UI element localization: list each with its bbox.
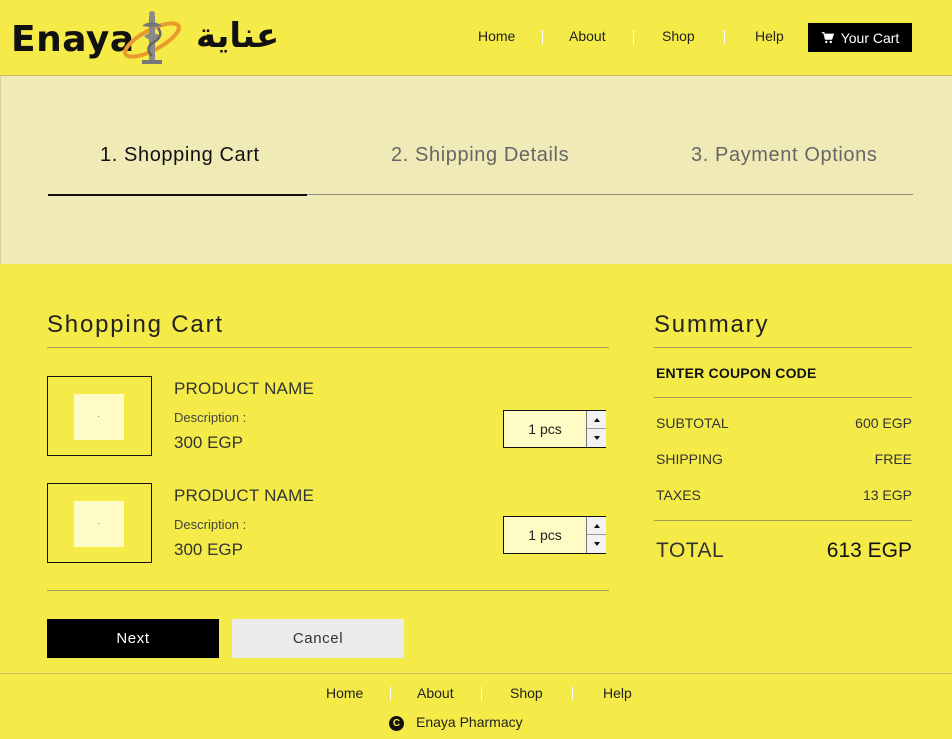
your-cart-label: Your Cart	[840, 29, 900, 46]
taxes-value: 13 EGP	[862, 487, 912, 503]
quantity-increase-button[interactable]	[586, 517, 606, 535]
shipping-value: FREE	[874, 451, 912, 467]
footer-nav-divider	[390, 687, 391, 700]
total-value: 613 EGP	[826, 539, 912, 562]
brand-name[interactable]: Enaya	[11, 18, 135, 62]
footer-nav-help[interactable]: Help	[603, 685, 632, 701]
nav-divider	[724, 30, 725, 44]
nav-shop[interactable]: Shop	[662, 28, 695, 48]
footer-nav-home[interactable]: Home	[326, 685, 363, 701]
cancel-button[interactable]: Cancel	[232, 619, 404, 658]
step-shipping-details[interactable]: 2. Shipping Details	[391, 144, 569, 167]
subtotal-label: SUBTOTAL	[656, 415, 729, 431]
quantity-value[interactable]: 1 pcs	[504, 517, 586, 553]
site-header: Enaya عناية Home About Shop Help Your Ca…	[0, 0, 952, 76]
product-name: PRODUCT NAME	[174, 379, 314, 398]
step-shopping-cart[interactable]: 1. Shopping Cart	[100, 144, 260, 167]
active-step-indicator	[48, 194, 307, 196]
cart-title-divider	[47, 347, 609, 348]
arrow-down-icon	[593, 436, 600, 440]
site-footer: Home About Shop Help C Enaya Pharmacy	[0, 673, 952, 739]
product-image[interactable]	[47, 483, 152, 563]
footer-nav-divider	[481, 687, 482, 700]
coupon-divider	[654, 397, 912, 398]
arrow-up-icon	[593, 417, 600, 422]
product-name: PRODUCT NAME	[174, 486, 314, 505]
product-description: Description :	[174, 410, 247, 425]
nav-divider	[633, 30, 634, 44]
pharmacy-logo-icon	[123, 11, 181, 64]
product-price: 300 EGP	[174, 540, 243, 559]
cart-title: Shopping Cart	[47, 311, 224, 338]
subtotal-value: 600 EGP	[855, 415, 912, 431]
product-image[interactable]	[47, 376, 152, 456]
summary-title: Summary	[654, 311, 770, 338]
brand-name-arabic: عناية	[196, 16, 280, 56]
taxes-label: TAXES	[656, 487, 701, 503]
arrow-up-icon	[593, 523, 600, 528]
nav-help[interactable]: Help	[755, 28, 784, 48]
cart-items-divider	[47, 590, 609, 591]
footer-nav-shop[interactable]: Shop	[510, 685, 543, 701]
nav-about[interactable]: About	[569, 28, 606, 48]
cart-icon	[821, 31, 834, 44]
quantity-stepper[interactable]: 1 pcs	[503, 516, 606, 554]
copyright-icon: C	[389, 716, 404, 731]
product-price: 300 EGP	[174, 433, 243, 452]
product-image-placeholder	[74, 501, 124, 547]
your-cart-button[interactable]: Your Cart	[808, 23, 912, 52]
arrow-down-icon	[593, 542, 600, 546]
shipping-label: SHIPPING	[656, 451, 723, 467]
footer-nav-about[interactable]: About	[417, 685, 454, 701]
total-label: TOTAL	[656, 539, 725, 562]
total-divider	[654, 520, 912, 521]
footer-nav-divider	[572, 687, 573, 700]
nav-home[interactable]: Home	[478, 28, 515, 48]
nav-divider	[542, 30, 543, 44]
copyright-text: Enaya Pharmacy	[416, 714, 523, 730]
product-description: Description :	[174, 517, 247, 532]
coupon-code-link[interactable]: ENTER COUPON CODE	[656, 365, 817, 381]
product-image-placeholder	[74, 394, 124, 440]
checkout-steps-panel: 1. Shopping Cart 2. Shipping Details 3. …	[0, 76, 952, 264]
quantity-decrease-button[interactable]	[586, 535, 606, 553]
quantity-decrease-button[interactable]	[586, 429, 606, 447]
step-payment-options[interactable]: 3. Payment Options	[691, 144, 877, 167]
quantity-stepper[interactable]: 1 pcs	[503, 410, 606, 448]
quantity-increase-button[interactable]	[586, 411, 606, 429]
summary-title-divider	[654, 347, 912, 348]
next-button[interactable]: Next	[47, 619, 219, 658]
quantity-value[interactable]: 1 pcs	[504, 411, 586, 447]
